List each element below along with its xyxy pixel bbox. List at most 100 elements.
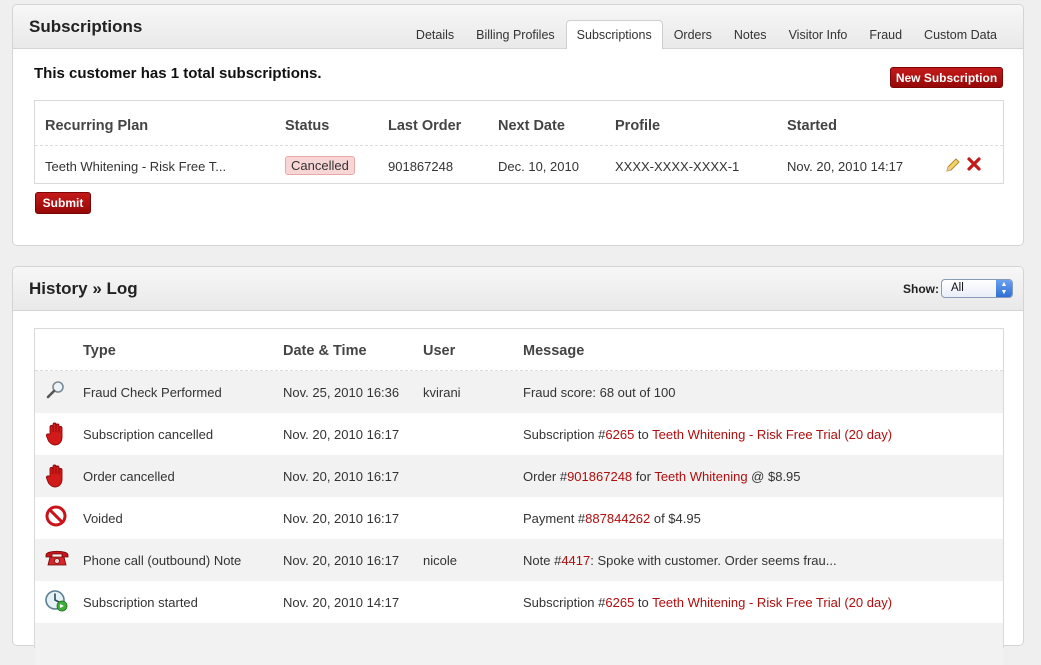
tab-visitor-info[interactable]: Visitor Info bbox=[778, 20, 859, 49]
log-type: Order cancelled bbox=[83, 469, 175, 484]
history-header: History » Log Show: All ▲ ▼ bbox=[13, 267, 1023, 311]
tab-subscriptions[interactable]: Subscriptions bbox=[565, 20, 663, 49]
log-date: Nov. 25, 2010 16:36 bbox=[283, 385, 400, 400]
last-order-link[interactable]: 901867248 bbox=[388, 159, 453, 174]
log-message: Order #901867248 for Teeth Whitening @ $… bbox=[523, 469, 801, 484]
tab-billing-profiles[interactable]: Billing Profiles bbox=[465, 20, 566, 49]
red-hand-stop-icon bbox=[44, 421, 68, 446]
message-text: Payment # bbox=[523, 511, 586, 526]
column-recurring-plan: Recurring Plan bbox=[45, 118, 149, 134]
recurring-plan-link[interactable]: Teeth Whitening - Risk Free T... bbox=[45, 159, 226, 174]
column-date-time: Date & Time bbox=[283, 343, 367, 359]
table-row-partial bbox=[35, 623, 1003, 665]
column-status: Status bbox=[285, 118, 330, 134]
subscription-id-link[interactable]: 6265 bbox=[605, 427, 634, 442]
log-type-note-link[interactable]: Phone call (outbound) Note bbox=[83, 553, 241, 568]
log-type: Voided bbox=[83, 511, 123, 526]
table-row: Fraud Check Performed Nov. 25, 2010 16:3… bbox=[35, 371, 1003, 413]
column-message: Message bbox=[523, 343, 585, 359]
product-link[interactable]: Teeth Whitening bbox=[654, 469, 747, 484]
customer-tabs: Details Billing Profiles Subscriptions O… bbox=[405, 20, 1008, 49]
select-arrows-icon: ▲ ▼ bbox=[996, 280, 1012, 297]
red-hand-stop-icon bbox=[44, 463, 68, 488]
table-row: Teeth Whitening - Risk Free T... Cancell… bbox=[35, 146, 1003, 184]
submit-button[interactable]: Submit bbox=[35, 192, 91, 214]
column-type: Type bbox=[83, 343, 116, 359]
log-type: Subscription cancelled bbox=[83, 427, 214, 442]
message-text: Subscription bbox=[523, 427, 599, 442]
show-filter-label: Show: bbox=[903, 282, 939, 296]
column-user: User bbox=[423, 343, 456, 359]
column-next-date: Next Date bbox=[498, 118, 565, 134]
history-title: History » Log bbox=[29, 279, 138, 299]
column-profile: Profile bbox=[615, 118, 661, 134]
delete-x-icon[interactable] bbox=[967, 157, 981, 174]
log-message: Subscription #6265 to Teeth Whitening - … bbox=[523, 427, 892, 442]
table-row: Phone call (outbound) Note Nov. 20, 2010… bbox=[35, 539, 1003, 581]
tab-custom-data[interactable]: Custom Data bbox=[913, 20, 1008, 49]
no-entry-icon bbox=[44, 505, 68, 529]
log-type: Fraud Check Performed bbox=[83, 385, 222, 400]
table-row: Voided Nov. 20, 2010 16:17 Payment #8878… bbox=[35, 497, 1003, 539]
message-text: Subscription bbox=[523, 595, 599, 610]
history-subtitle: Log bbox=[106, 279, 138, 298]
log-message: Subscription #6265 to Teeth Whitening - … bbox=[523, 595, 892, 610]
log-date: Nov. 20, 2010 14:17 bbox=[283, 595, 400, 610]
payment-id-link[interactable]: 887844262 bbox=[585, 511, 650, 526]
plan-link[interactable]: Teeth Whitening - Risk Free Trial (20 da… bbox=[652, 427, 892, 442]
subscriptions-header: Subscriptions Details Billing Profiles S… bbox=[13, 5, 1023, 49]
tab-fraud[interactable]: Fraud bbox=[858, 20, 913, 49]
magnifier-icon bbox=[44, 379, 68, 403]
message-text: of $4.95 bbox=[650, 511, 701, 526]
subscriptions-table-header: Recurring Plan Status Last Order Next Da… bbox=[35, 101, 1003, 146]
message-text: Order # bbox=[523, 469, 568, 484]
history-log-table: Type Date & Time User Message Fraud Chec… bbox=[34, 328, 1004, 665]
subscriptions-title: Subscriptions bbox=[29, 17, 143, 36]
log-date: Nov. 20, 2010 16:17 bbox=[283, 511, 400, 526]
message-text: for bbox=[632, 469, 655, 484]
show-filter-select[interactable]: All ▲ ▼ bbox=[941, 279, 1013, 298]
table-row: Subscription started Nov. 20, 2010 14:17… bbox=[35, 581, 1003, 623]
column-started: Started bbox=[787, 118, 837, 134]
message-text: : Spoke with customer. Order seems frau.… bbox=[590, 553, 837, 568]
log-message: Fraud score: 68 out of 100 bbox=[523, 385, 676, 400]
subscriptions-table: Recurring Plan Status Last Order Next Da… bbox=[34, 100, 1004, 184]
profile-number: XXXX-XXXX-XXXX-1 bbox=[615, 159, 740, 174]
log-user: nicole bbox=[423, 553, 457, 568]
table-row: Subscription cancelled Nov. 20, 2010 16:… bbox=[35, 413, 1003, 455]
order-id-link[interactable]: 901867248 bbox=[567, 469, 632, 484]
started-date: Nov. 20, 2010 14:17 bbox=[787, 159, 904, 174]
log-user: kvirani bbox=[423, 385, 461, 400]
plan-link[interactable]: Teeth Whitening - Risk Free Trial (20 da… bbox=[652, 595, 892, 610]
log-date: Nov. 20, 2010 16:17 bbox=[283, 469, 400, 484]
show-filter-value: All bbox=[951, 282, 964, 294]
tab-orders[interactable]: Orders bbox=[663, 20, 723, 49]
subscription-count-summary: This customer has 1 total subscriptions. bbox=[34, 65, 322, 82]
history-panel: History » Log Show: All ▲ ▼ Type Date & T… bbox=[12, 266, 1024, 665]
new-subscription-button[interactable]: New Subscription bbox=[890, 67, 1003, 88]
next-date: Dec. 10, 2010 bbox=[498, 159, 579, 174]
table-row: Order cancelled Nov. 20, 2010 16:17 Orde… bbox=[35, 455, 1003, 497]
tab-notes[interactable]: Notes bbox=[723, 20, 778, 49]
message-text: to bbox=[634, 427, 653, 442]
subscription-id-link[interactable]: 6265 bbox=[605, 595, 634, 610]
column-last-order: Last Order bbox=[388, 118, 462, 134]
clock-start-icon bbox=[44, 589, 68, 613]
log-message: Payment #887844262 of $4.95 bbox=[523, 511, 701, 526]
breadcrumb-separator: » bbox=[92, 279, 102, 298]
telephone-icon bbox=[44, 547, 69, 571]
log-type: Subscription started bbox=[83, 595, 198, 610]
message-text: to bbox=[634, 595, 653, 610]
log-date: Nov. 20, 2010 16:17 bbox=[283, 553, 400, 568]
tab-details[interactable]: Details bbox=[405, 20, 465, 49]
status-badge: Cancelled bbox=[285, 156, 355, 175]
history-table-header: Type Date & Time User Message bbox=[35, 329, 1003, 371]
message-text: Note # bbox=[523, 553, 562, 568]
history-title-text: History bbox=[29, 279, 88, 298]
log-date: Nov. 20, 2010 16:17 bbox=[283, 427, 400, 442]
log-message: Note #4417: Spoke with customer. Order s… bbox=[523, 553, 837, 568]
message-text: @ $8.95 bbox=[747, 469, 801, 484]
subscriptions-panel: Subscriptions Details Billing Profiles S… bbox=[12, 4, 1024, 246]
note-id-link[interactable]: 4417 bbox=[561, 553, 590, 568]
edit-pencil-icon[interactable] bbox=[945, 157, 961, 176]
